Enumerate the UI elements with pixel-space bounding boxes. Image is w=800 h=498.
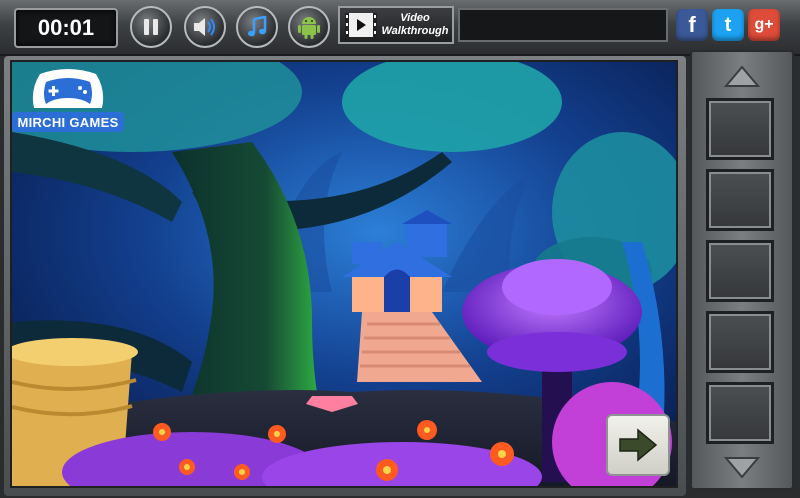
inventory-slot-2[interactable] [706, 169, 774, 231]
speaker-icon [194, 18, 215, 36]
inventory-slot-4[interactable] [706, 311, 774, 373]
android-button[interactable] [288, 6, 330, 48]
logo-text: MIRCHI GAMES [12, 112, 124, 132]
top-blank-panel [458, 8, 668, 42]
googleplus-button[interactable]: g+ [748, 9, 780, 41]
inventory-scroll-up-button[interactable] [702, 60, 782, 94]
inventory-panel [690, 50, 794, 490]
gamepad-logo-icon [32, 69, 104, 108]
arrow-down-icon [723, 457, 761, 479]
facebook-icon: f [688, 12, 696, 37]
arrow-right-icon [619, 428, 658, 462]
video-walkthrough-label: Video Walkthrough [378, 12, 452, 38]
twitter-button[interactable]: t [712, 9, 744, 41]
android-icon [298, 17, 320, 39]
inventory-slot-1[interactable] [706, 98, 774, 160]
twitter-icon: t [724, 13, 732, 36]
timer-display: 00:01 [14, 8, 118, 48]
inventory-slot-3[interactable] [706, 240, 774, 302]
arrow-up-icon [723, 65, 761, 87]
facebook-button[interactable]: f [676, 9, 708, 41]
pause-icon [144, 19, 158, 35]
sound-button[interactable] [184, 6, 226, 48]
video-label-line2: Walkthrough [381, 25, 449, 37]
music-button[interactable] [236, 6, 278, 48]
film-icon [345, 13, 377, 37]
inventory-scroll-down-button[interactable] [702, 450, 782, 484]
inventory-slot-5[interactable] [706, 382, 774, 444]
next-arrow-button[interactable] [606, 414, 670, 476]
googleplus-icon: g+ [754, 16, 774, 33]
top-bar: 00:01 Video Walkthrough f t g+ [0, 0, 800, 56]
video-walkthrough-button[interactable]: Video Walkthrough [338, 6, 454, 44]
mirchi-games-logo[interactable]: MIRCHI GAMES [12, 68, 124, 134]
video-label-line1: Video [400, 12, 430, 24]
music-note-icon [248, 16, 267, 37]
pause-button[interactable] [130, 6, 172, 48]
